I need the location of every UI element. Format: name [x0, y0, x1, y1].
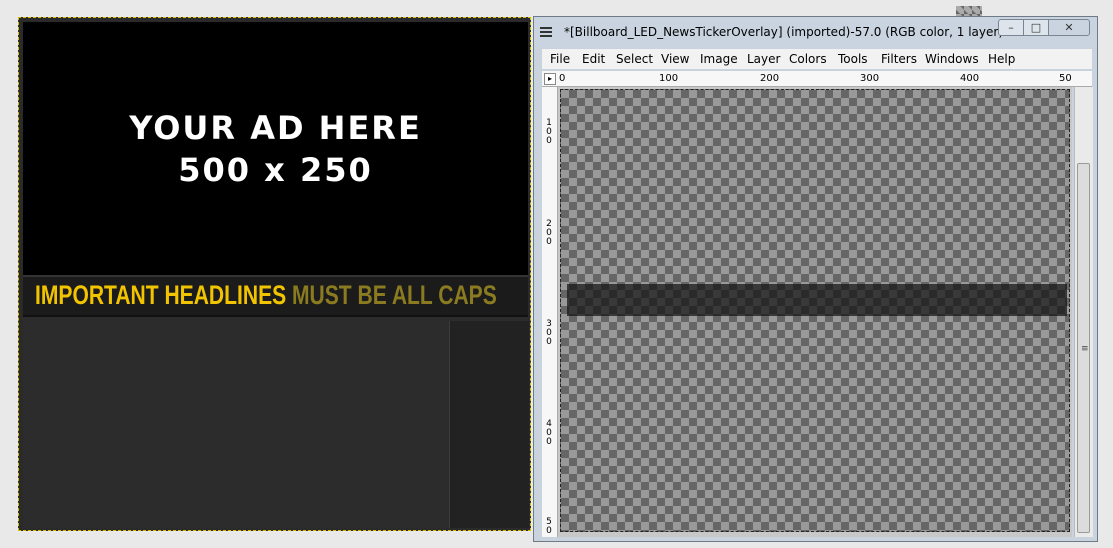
horizontal-ruler[interactable]: ▸ 0 100 200 300 400 50 — [542, 71, 1092, 87]
lower-image-area — [23, 317, 529, 528]
ad-text-line1: YOUR AD HERE — [129, 108, 422, 147]
menu-layer[interactable]: Layer — [747, 52, 780, 66]
window-title: *[Billboard_LED_NewsTickerOverlay] (impo… — [564, 25, 1049, 39]
maximize-button[interactable]: □ — [1023, 19, 1049, 36]
menu-file[interactable]: File — [550, 52, 570, 66]
news-ticker-bar: IMPORTANT HEADLINES MUST BE ALL CAPS — [23, 275, 528, 317]
ruler-label: 400 — [960, 73, 980, 84]
close-button[interactable]: ✕ — [1048, 19, 1090, 36]
image-canvas-left[interactable]: YOUR AD HERE 500 x 250 IMPORTANT HEADLIN… — [18, 17, 531, 531]
menu-view[interactable]: View — [661, 52, 689, 66]
vertical-scrollbar[interactable]: ≡ — [1074, 87, 1093, 537]
window-menu-icon[interactable] — [540, 27, 554, 37]
ad-area: YOUR AD HERE 500 x 250 — [23, 22, 528, 275]
ruler-label: 1 0 0 — [546, 118, 552, 146]
menu-image[interactable]: Image — [700, 52, 738, 66]
transparent-checkerboard — [560, 89, 1070, 532]
ticker-text: IMPORTANT HEADLINES MUST BE ALL CAPS — [35, 280, 497, 311]
menu-bar: File Edit Select View Image Layer Colors… — [542, 49, 1092, 69]
ruler-label: 4 0 0 — [546, 419, 552, 447]
menu-edit[interactable]: Edit — [582, 52, 605, 66]
menu-help[interactable]: Help — [988, 52, 1015, 66]
menu-filters[interactable]: Filters — [881, 52, 917, 66]
title-bar[interactable]: *[Billboard_LED_NewsTickerOverlay] (impo… — [534, 17, 1097, 47]
ruler-label: 0 — [559, 73, 566, 84]
ruler-label: 300 — [860, 73, 880, 84]
ticker-text-dim: MUST BE ALL CAPS — [286, 280, 497, 310]
gimp-image-window: *[Billboard_LED_NewsTickerOverlay] (impo… — [533, 16, 1098, 542]
menu-select[interactable]: Select — [616, 52, 653, 66]
image-canvas[interactable] — [558, 87, 1072, 537]
ruler-label: 5 0 — [546, 517, 552, 536]
ad-text-line2: 500 x 250 — [178, 150, 373, 189]
menu-tools[interactable]: Tools — [838, 52, 868, 66]
ruler-label: 3 0 0 — [546, 319, 552, 347]
menu-windows[interactable]: Windows — [925, 52, 979, 66]
ruler-label: 2 0 0 — [546, 219, 552, 247]
ruler-label: 50 — [1059, 73, 1072, 84]
minimize-button[interactable]: – — [998, 19, 1024, 36]
ruler-label: 100 — [659, 73, 679, 84]
quick-mask-toggle-icon[interactable]: ▸ — [544, 73, 556, 85]
ticker-overlay-layer — [567, 284, 1067, 316]
scrollbar-thumb[interactable]: ≡ — [1077, 163, 1090, 533]
ruler-label: 200 — [760, 73, 780, 84]
vertical-ruler[interactable]: 1 0 0 2 0 0 3 0 0 4 0 0 5 0 — [542, 87, 558, 537]
menu-colors[interactable]: Colors — [789, 52, 827, 66]
lower-right-panel — [449, 321, 529, 528]
ticker-text-bright: IMPORTANT HEADLINES — [35, 280, 287, 310]
scroll-grip-icon: ≡ — [1081, 344, 1089, 354]
